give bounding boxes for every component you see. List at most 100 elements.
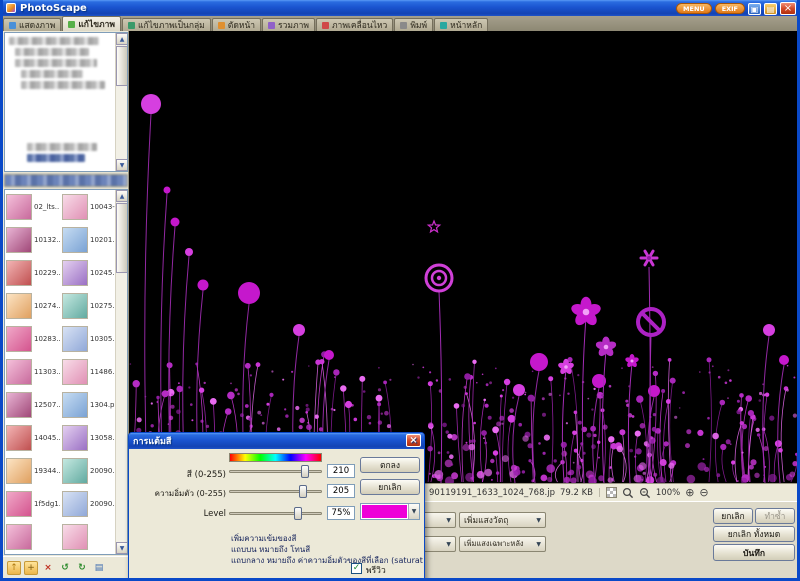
preview-label: พรีวิว	[366, 566, 386, 576]
scroll-up-icon[interactable]: ▲	[116, 33, 127, 45]
tab-animated-gif[interactable]: ภาพเคลื่อนไหว	[315, 18, 394, 31]
thumbnail-item[interactable]: 14045..	[5, 421, 61, 454]
status-filesize: 79.2 KB	[559, 487, 594, 498]
blurred-selected-row	[27, 154, 85, 162]
fullscreen-icon-button[interactable]: ▣	[748, 2, 761, 15]
rotate-ccw-icon[interactable]: ↺	[58, 561, 72, 575]
thumbnail-image	[6, 424, 32, 451]
exif-button[interactable]: EXIF	[714, 3, 745, 14]
sidebar-toolbar: ↑ + × ↺ ↻ ▤	[3, 556, 129, 578]
tab-page[interactable]: ตัดหน้า	[211, 18, 262, 31]
thumbnail-item[interactable]: 19344..	[5, 454, 61, 487]
thumbnail-item[interactable]: 10305..	[61, 322, 117, 355]
thumbnail-image	[62, 292, 88, 319]
hue-label: สี (0-255)	[186, 470, 226, 480]
tab-label: ภาพเคลื่อนไหว	[331, 21, 388, 31]
level-value-input[interactable]	[327, 506, 355, 520]
thumbnail-scrollbar[interactable]: ▲ ▼	[115, 190, 127, 554]
tab-print[interactable]: พิมพ์	[394, 18, 434, 31]
tab-viewer[interactable]: แสดงภาพ	[3, 18, 62, 31]
thumbnail-item[interactable]: 12507..	[5, 388, 61, 421]
scroll-down-icon[interactable]: ▼	[116, 542, 127, 554]
thumbnail-item[interactable]: 20090...	[61, 487, 117, 520]
zoom-fit-icon[interactable]	[622, 487, 634, 499]
menu-button[interactable]: MENU	[676, 3, 712, 14]
close-button[interactable]: ×	[780, 2, 796, 15]
image-view-icon[interactable]: ▤	[92, 561, 106, 575]
thumbnail-item[interactable]: 11486..	[61, 355, 117, 388]
thumbnail-item[interactable]	[5, 520, 61, 553]
tab-home[interactable]: หน้าหลัก	[434, 18, 489, 31]
tab-editor[interactable]: แก้ไขภาพ	[62, 16, 122, 31]
hue-value-input[interactable]	[327, 464, 355, 478]
thumbnail-item[interactable]: 10229..	[5, 256, 61, 289]
thumbnail-item[interactable]: 20090...	[61, 454, 117, 487]
transparency-checker-icon[interactable]	[605, 487, 617, 498]
thumbnail-item[interactable]: 10274..	[5, 289, 61, 322]
saturation-slider[interactable]	[229, 485, 322, 498]
thumbnail-image	[6, 358, 32, 385]
thumbnail-item[interactable]: 10245..	[61, 256, 117, 289]
folder-tree[interactable]: ▲ ▼	[4, 32, 128, 172]
scrollbar-thumb[interactable]	[116, 46, 127, 86]
thumbnail-item[interactable]: 02_lts..	[5, 190, 61, 223]
color-swatch-picker[interactable]: ▼	[360, 503, 420, 520]
thumbnail-item[interactable]: 10283..	[5, 322, 61, 355]
thumbnail-item[interactable]: 1304.png	[61, 388, 117, 421]
save-button[interactable]: บันทึก	[713, 544, 795, 561]
tab-label: แก้ไขภาพเป็นกลุ่ม	[138, 21, 205, 31]
undo-button[interactable]: ยกเลิก	[713, 508, 753, 524]
level-slider[interactable]	[229, 507, 322, 520]
scrollbar-thumb[interactable]	[116, 203, 127, 273]
tab-label: ตัดหน้า	[227, 21, 256, 31]
batch-tab-icon	[128, 21, 136, 29]
hue-slider-thumb[interactable]	[300, 465, 309, 478]
thumbnail-item[interactable]: 1f5dg1..	[5, 487, 61, 520]
level-label: Level	[203, 509, 226, 519]
saturation-slider-thumb[interactable]	[298, 485, 307, 498]
saturation-value-input[interactable]	[327, 484, 355, 498]
status-separator: |	[598, 487, 601, 498]
capture-icon-button[interactable]: ▤	[764, 2, 777, 15]
tab-bar: แสดงภาพ แก้ไขภาพ แก้ไขภาพเป็นกลุ่ม ตัดหน…	[3, 16, 797, 31]
rotate-cw-icon[interactable]: ↻	[75, 561, 89, 575]
blurred-tree-row	[15, 59, 97, 67]
thumbnail-filename: 14045..	[34, 433, 60, 442]
thumbnail-item[interactable]: 13058..	[61, 421, 117, 454]
dialog-close-button[interactable]: ×	[406, 434, 421, 447]
preview-checkbox[interactable]: ✓	[351, 563, 362, 574]
delete-icon[interactable]: ×	[41, 561, 55, 575]
thumbnail-item[interactable]: 10132..	[5, 223, 61, 256]
dialog-cancel-button[interactable]: ยกเลิก	[360, 479, 420, 495]
blurred-path-bar[interactable]	[4, 174, 128, 187]
thumbnail-item[interactable]: 10043-	[61, 190, 117, 223]
thumbnail-item[interactable]: 11303..	[5, 355, 61, 388]
folder-up-icon[interactable]: ↑	[7, 560, 21, 575]
image-canvas	[129, 31, 797, 483]
redo-button[interactable]: ทำซ้ำ	[755, 508, 795, 524]
new-folder-icon[interactable]: +	[24, 560, 38, 575]
zoom-in-icon[interactable]: ⊕	[685, 486, 694, 499]
thumbnail-item[interactable]: 10201..	[61, 223, 117, 256]
slider-track	[229, 512, 322, 515]
zoom-actual-icon[interactable]	[639, 487, 651, 499]
dialog-ok-button[interactable]: ตกลง	[360, 457, 420, 473]
tab-combine[interactable]: รวมภาพ	[262, 18, 315, 31]
zoom-out-icon[interactable]: ⊖	[699, 486, 708, 499]
thumbnail-filename: 10201..	[90, 235, 116, 244]
thumbnail-image	[6, 490, 32, 517]
dropdown-label: เพิ่มแสงเฉพาะหลัง	[464, 539, 524, 548]
thumbnail-item[interactable]	[61, 520, 117, 553]
brighten-dropdown[interactable]: เพิ่มแสงวัตถุ ▼	[459, 512, 546, 528]
scroll-down-icon[interactable]: ▼	[116, 159, 127, 171]
hue-slider[interactable]	[229, 465, 322, 478]
dialog-titlebar[interactable]: การแต้มสี ×	[129, 433, 424, 449]
undo-all-button[interactable]: ยกเลิก ทั้งหมด	[713, 526, 795, 542]
print-tab-icon	[400, 21, 408, 29]
backlight-dropdown[interactable]: เพิ่มแสงเฉพาะหลัง ▼	[459, 536, 546, 552]
level-slider-thumb[interactable]	[293, 507, 302, 520]
scroll-up-icon[interactable]: ▲	[116, 190, 127, 202]
tab-batch-editor[interactable]: แก้ไขภาพเป็นกลุ่ม	[122, 18, 211, 31]
thumbnail-item[interactable]: 10275..	[61, 289, 117, 322]
tree-scrollbar[interactable]: ▲ ▼	[115, 33, 127, 171]
